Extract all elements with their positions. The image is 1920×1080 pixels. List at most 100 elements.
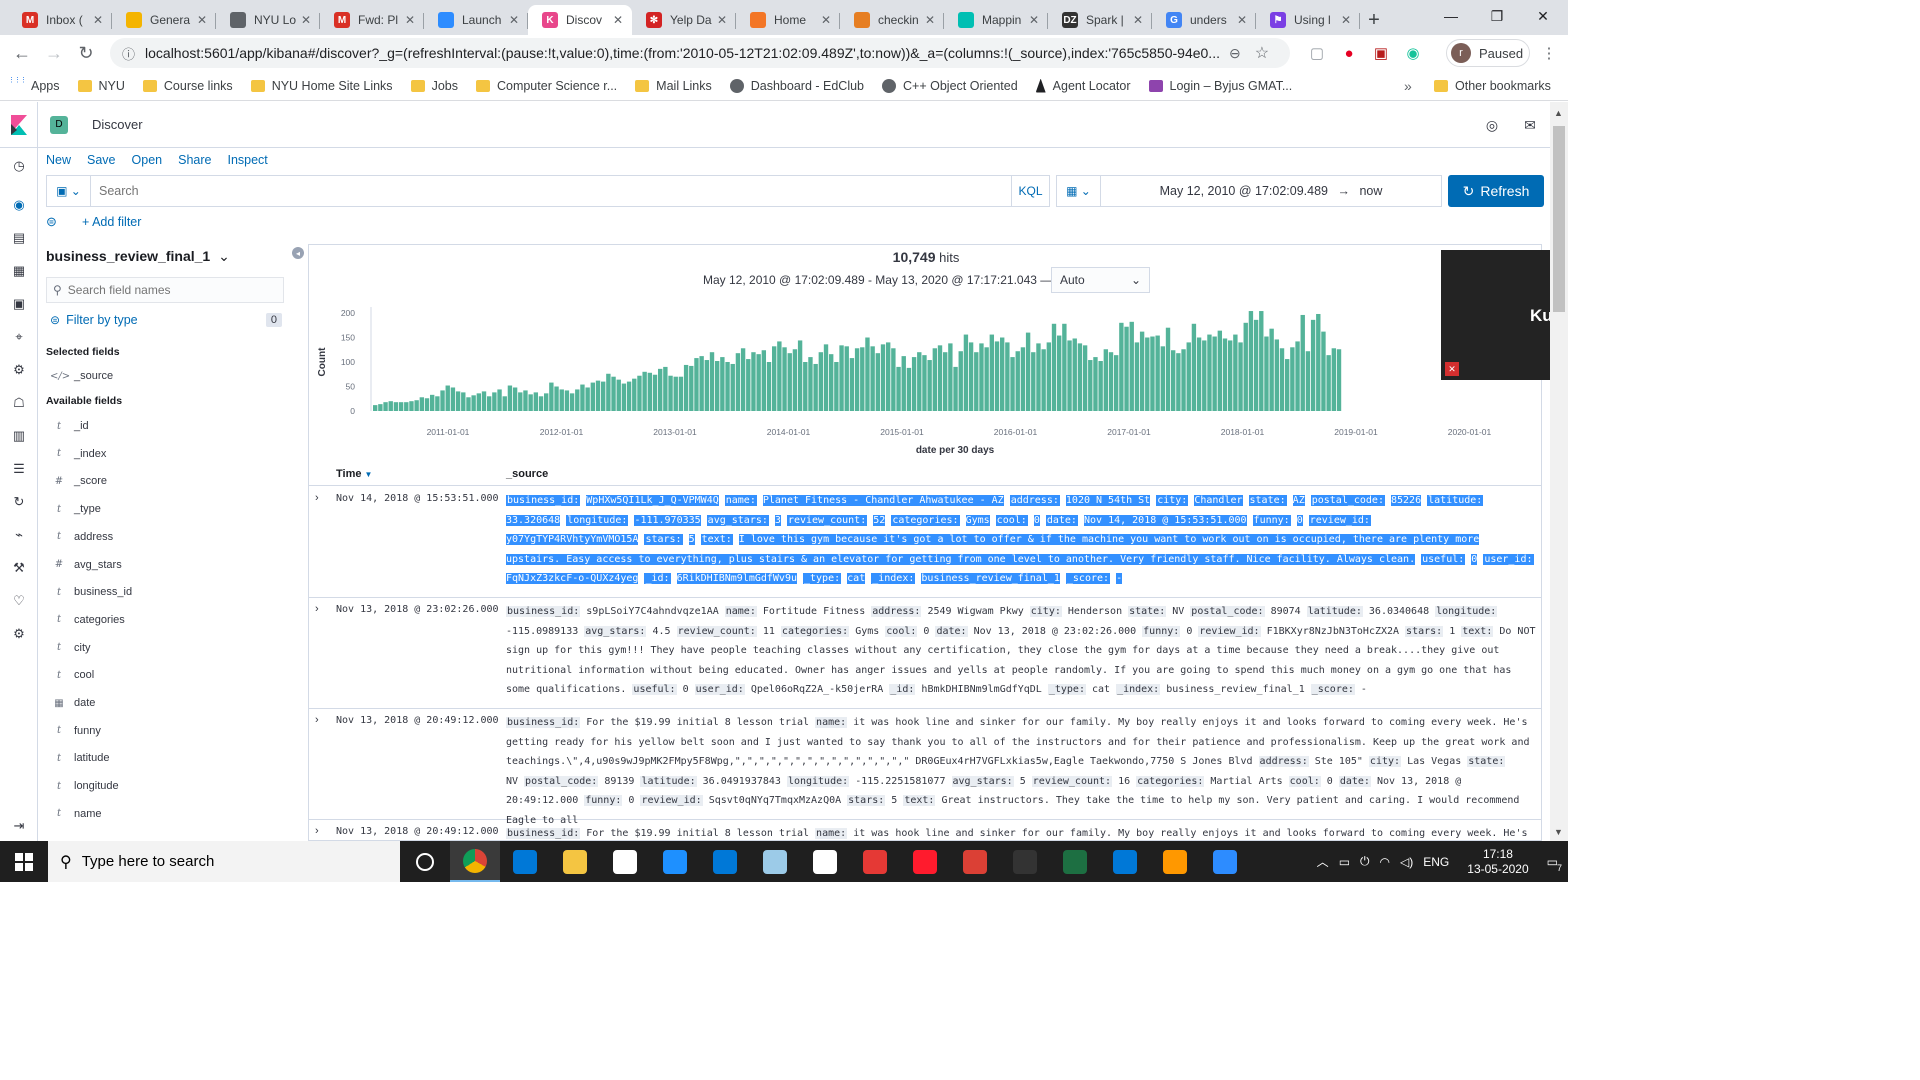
- histogram-bar[interactable]: [870, 346, 875, 411]
- kibana-logo-icon[interactable]: [0, 101, 38, 148]
- histogram-bar[interactable]: [559, 389, 564, 411]
- histogram-bar[interactable]: [730, 363, 735, 411]
- histogram-bar[interactable]: [948, 343, 953, 411]
- histogram-bar[interactable]: [538, 396, 544, 411]
- terminal-icon[interactable]: [1000, 841, 1050, 882]
- histogram-bar[interactable]: [1228, 340, 1233, 411]
- histogram-bar[interactable]: [1310, 319, 1316, 411]
- clock[interactable]: 17:18 13-05-2020: [1467, 847, 1528, 877]
- histogram-bar[interactable]: [937, 345, 943, 411]
- histogram-bar[interactable]: [1274, 339, 1280, 411]
- todoist-icon[interactable]: [950, 841, 1000, 882]
- profile-button[interactable]: r Paused: [1446, 39, 1530, 67]
- histogram-bar[interactable]: [398, 402, 404, 411]
- histogram-bar[interactable]: [1264, 336, 1269, 411]
- histogram-bar[interactable]: [994, 341, 1000, 411]
- histogram-bar[interactable]: [1134, 342, 1140, 411]
- browser-tab[interactable]: DZ Spark | ✕: [1048, 5, 1152, 35]
- tray-chevron-icon[interactable]: ︿: [1317, 853, 1329, 870]
- histogram-bar[interactable]: [642, 371, 647, 411]
- histogram-bar[interactable]: [808, 357, 813, 411]
- uptime-icon[interactable]: ↻: [9, 492, 29, 512]
- close-tab-icon[interactable]: ✕: [298, 13, 314, 27]
- histogram-bar[interactable]: [1259, 311, 1264, 411]
- dev-tools-icon[interactable]: ⚒: [9, 558, 29, 578]
- index-pattern-selector[interactable]: business_review_final_1 ⌄: [46, 248, 230, 265]
- histogram-bar[interactable]: [860, 347, 865, 411]
- histogram-bar[interactable]: [616, 379, 621, 411]
- histogram-bar[interactable]: [673, 376, 678, 411]
- histogram-bar[interactable]: [1015, 351, 1020, 411]
- histogram-bar[interactable]: [440, 390, 445, 411]
- table-row[interactable]: › Nov 13, 2018 @ 23:02:26.000 business_id:…: [309, 598, 1541, 709]
- apm-icon[interactable]: ☰: [9, 459, 29, 479]
- table-row[interactable]: › Nov 13, 2018 @ 20:49:12.000 business_id:…: [309, 709, 1541, 826]
- extension-icon[interactable]: ▢: [1306, 42, 1328, 64]
- histogram-bar[interactable]: [1155, 335, 1160, 411]
- histogram-bar[interactable]: [632, 378, 637, 411]
- new-tab-button[interactable]: +: [1360, 5, 1388, 35]
- histogram-bar[interactable]: [1316, 313, 1321, 411]
- discover-icon[interactable]: ◉: [9, 195, 29, 215]
- app-red-icon[interactable]: [850, 841, 900, 882]
- histogram-bar[interactable]: [803, 362, 808, 411]
- field-list-item[interactable]: t cool: [50, 664, 290, 686]
- field-list-item[interactable]: # _score: [50, 470, 290, 492]
- mail-icon[interactable]: [700, 841, 750, 882]
- management-icon[interactable]: ⚙: [9, 624, 29, 644]
- field-search-input[interactable]: [67, 283, 268, 297]
- logs-icon[interactable]: ▥: [9, 426, 29, 446]
- histogram-bar[interactable]: [544, 393, 549, 411]
- field-list-item[interactable]: t city: [50, 637, 290, 659]
- histogram-bar[interactable]: [424, 398, 430, 411]
- table-row[interactable]: › Nov 13, 2018 @ 20:49:12.000 business_id:…: [309, 820, 1541, 840]
- info-icon[interactable]: ⓘ: [122, 44, 135, 63]
- menu-kebab-icon[interactable]: ⋮: [1538, 42, 1560, 64]
- dashboard-icon[interactable]: ▦: [9, 261, 29, 281]
- field-list-item[interactable]: t address: [50, 526, 290, 548]
- histogram-bar[interactable]: [668, 375, 673, 411]
- histogram-bar[interactable]: [689, 365, 694, 411]
- histogram-bar[interactable]: [1150, 336, 1155, 411]
- histogram-bar[interactable]: [834, 362, 839, 411]
- histogram-bar[interactable]: [777, 341, 782, 411]
- histogram-bar[interactable]: [1082, 345, 1088, 411]
- close-tab-icon[interactable]: ✕: [610, 13, 626, 27]
- scroll-up-icon[interactable]: ▲: [1554, 108, 1563, 118]
- edge-icon[interactable]: [500, 841, 550, 882]
- histogram-bar[interactable]: [590, 382, 596, 411]
- histogram-bar[interactable]: [943, 352, 948, 411]
- histogram-bar[interactable]: [1171, 350, 1176, 411]
- browser-tab[interactable]: M Inbox (✕: [8, 5, 112, 35]
- field-list-item[interactable]: t funny: [50, 720, 290, 742]
- histogram-bar[interactable]: [445, 385, 450, 411]
- histogram-bar[interactable]: [958, 351, 963, 411]
- histogram-bar[interactable]: [1098, 361, 1103, 411]
- histogram-bar[interactable]: [549, 382, 554, 411]
- histogram-bar[interactable]: [1176, 353, 1181, 411]
- bookmark-item[interactable]: ⋮⋮⋮ Apps: [8, 77, 60, 94]
- battery-icon[interactable]: ▭: [1339, 855, 1350, 869]
- browser-tab[interactable]: NYU Lo ✕: [216, 5, 320, 35]
- histogram-bar[interactable]: [1196, 337, 1202, 412]
- excel-icon[interactable]: [1050, 841, 1100, 882]
- histogram-bar[interactable]: [595, 380, 601, 411]
- histogram-bar[interactable]: [746, 359, 751, 411]
- histogram-bar[interactable]: [1336, 349, 1342, 411]
- histogram-bar[interactable]: [880, 344, 886, 411]
- histogram-bar[interactable]: [1202, 340, 1207, 411]
- histogram-bar[interactable]: [554, 386, 559, 412]
- histogram-bar[interactable]: [1290, 347, 1295, 411]
- histogram-bar[interactable]: [481, 391, 487, 411]
- histogram-bar[interactable]: [725, 362, 730, 411]
- histogram-bar[interactable]: [450, 387, 456, 411]
- ml-icon[interactable]: ⚙: [9, 360, 29, 380]
- close-tab-icon[interactable]: ✕: [402, 13, 418, 27]
- histogram-bar[interactable]: [694, 358, 699, 411]
- sublime-icon[interactable]: [1150, 841, 1200, 882]
- histogram-bar[interactable]: [637, 375, 642, 411]
- bookmarks-overflow-icon[interactable]: »: [1404, 78, 1412, 94]
- histogram-bar[interactable]: [906, 367, 912, 411]
- histogram-bar[interactable]: [1326, 355, 1331, 411]
- saved-query-icon[interactable]: ▣ ⌄: [47, 176, 91, 206]
